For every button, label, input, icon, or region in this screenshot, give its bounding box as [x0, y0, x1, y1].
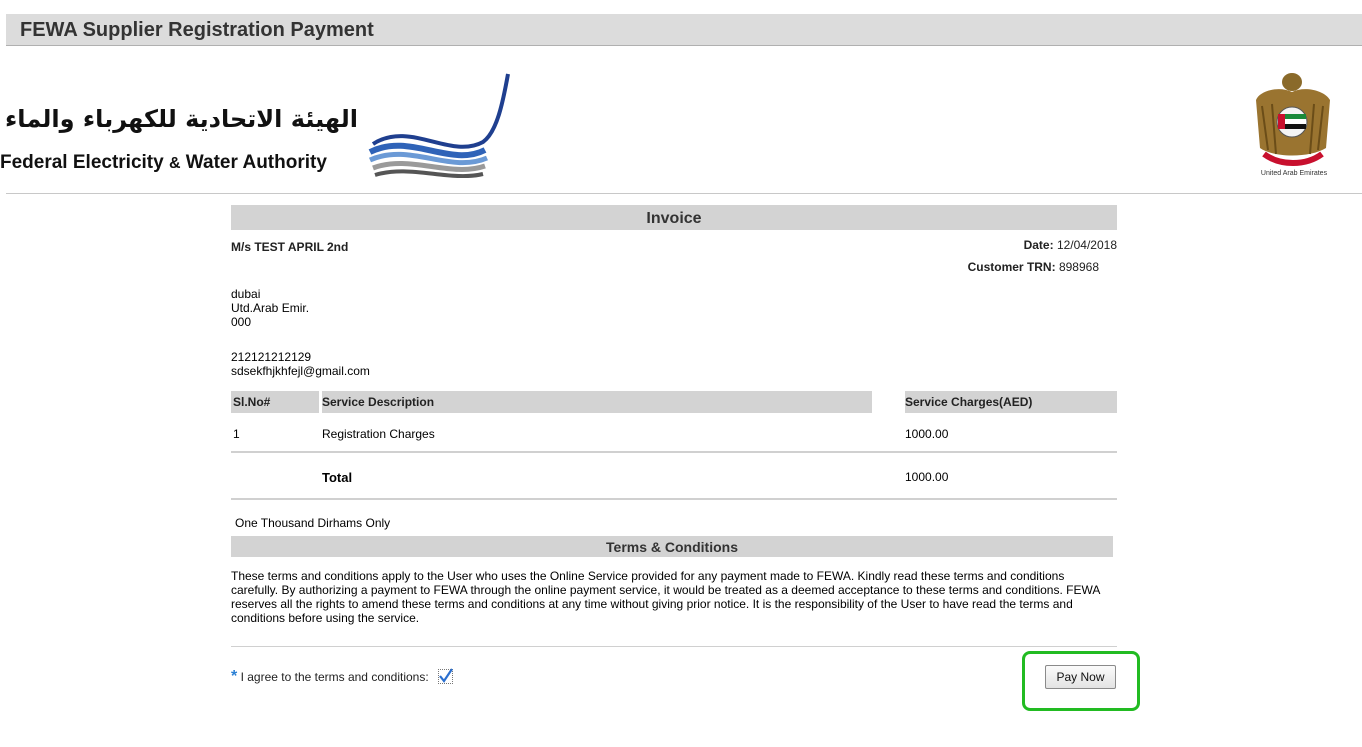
total-divider	[231, 498, 1117, 500]
terms-heading: Terms & Conditions	[231, 536, 1113, 557]
logo-swoosh-icon	[368, 73, 510, 178]
logo-english-part1: Federal Electricity	[0, 152, 169, 173]
col-header-description: Service Description	[322, 391, 872, 413]
address-line: 000	[231, 315, 252, 329]
pay-now-button[interactable]: Pay Now	[1045, 665, 1116, 689]
date-label: Date:	[1023, 238, 1054, 252]
trn-label: Customer TRN:	[967, 260, 1056, 274]
amount-in-words: One Thousand Dirhams Only	[235, 516, 391, 530]
emblem-caption: United Arab Emirates	[1260, 170, 1328, 177]
header-divider	[6, 193, 1362, 194]
invoice-section: Invoice M/s TEST APRIL 2nd Date: 12/04/2…	[231, 205, 1117, 685]
customer-trn: Customer TRN: 898968	[968, 260, 1099, 274]
logo-english-part2: Water Authority	[180, 152, 327, 173]
terms-text: These terms and conditions apply to the …	[231, 569, 1100, 625]
invoice-date: Date: 12/04/2018	[1024, 238, 1117, 252]
date-value: 12/04/2018	[1056, 238, 1117, 252]
total-value: 1000.00	[905, 470, 949, 484]
row-slno: 1	[233, 427, 240, 441]
address-line: Utd.Arab Emir.	[231, 301, 310, 315]
table-divider	[231, 451, 1117, 453]
agree-checkbox[interactable]	[438, 668, 454, 684]
customer-email: sdsekfhjkhfejl@gmail.com	[231, 364, 370, 378]
logo-english-text: Federal Electricity & Water Authority	[0, 152, 327, 174]
agree-label: I agree to the terms and conditions:	[240, 670, 429, 684]
page-header-bar: FEWA Supplier Registration Payment	[6, 14, 1362, 46]
row-description: Registration Charges	[322, 427, 435, 441]
row-charges: 1000.00	[905, 427, 949, 441]
page-title: FEWA Supplier Registration Payment	[20, 19, 374, 41]
customer-phone: 212121212129	[231, 350, 312, 364]
service-table-header: Sl.No# Service Description Service Charg…	[231, 391, 1117, 413]
customer-address: dubai Utd.Arab Emir. 000	[231, 287, 309, 329]
agree-row: * I agree to the terms and conditions:	[231, 668, 454, 686]
customer-name: M/s TEST APRIL 2nd	[231, 240, 349, 254]
logo-arabic-text: الهيئة الاتحادية للكهرباء والماء	[5, 105, 358, 133]
checkmark-icon	[439, 668, 453, 683]
uae-emblem-icon	[1256, 73, 1330, 166]
col-header-charges: Service Charges(AED)	[905, 391, 1117, 413]
col-header-slno: Sl.No#	[231, 391, 319, 413]
required-marker: *	[231, 668, 238, 685]
trn-value: 898968	[1058, 260, 1099, 274]
invoice-heading: Invoice	[231, 205, 1117, 230]
logo-english-amp: &	[168, 155, 181, 172]
terms-divider	[231, 646, 1117, 647]
fewa-logo: الهيئة الاتحادية للكهرباء والماء Federal…	[0, 72, 510, 178]
customer-contact: 212121212129 sdsekfhjkhfejl@gmail.com	[231, 350, 370, 378]
total-label: Total	[322, 470, 353, 485]
address-line: dubai	[231, 287, 261, 301]
